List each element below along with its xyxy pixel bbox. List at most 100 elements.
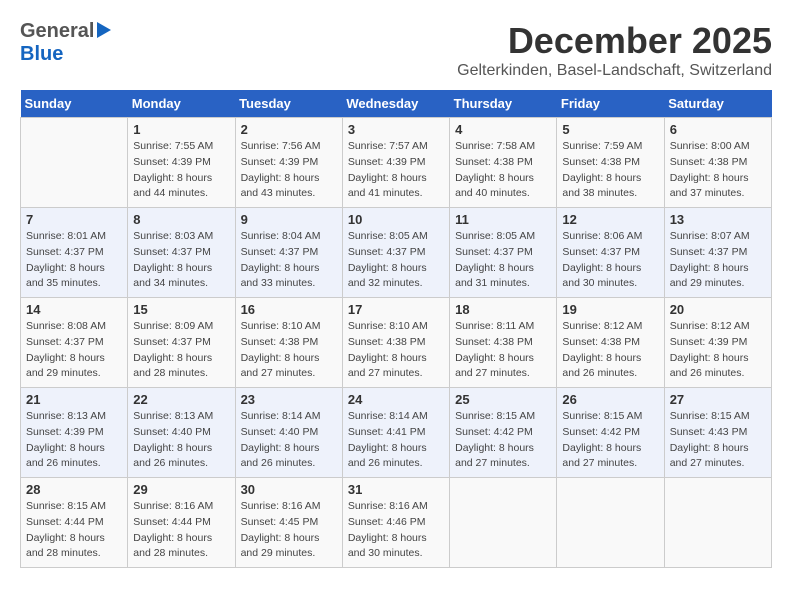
day-info: Sunrise: 8:15 AMSunset: 4:42 PMDaylight:… <box>455 409 551 472</box>
calendar-week-row: 28 Sunrise: 8:15 AMSunset: 4:44 PMDayligh… <box>21 478 772 568</box>
calendar-cell: 14 Sunrise: 8:08 AMSunset: 4:37 PMDayligh… <box>21 298 128 388</box>
day-info: Sunrise: 8:16 AMSunset: 4:45 PMDaylight:… <box>241 499 337 562</box>
calendar-cell: 7 Sunrise: 8:01 AMSunset: 4:37 PMDaylight… <box>21 208 128 298</box>
day-info: Sunrise: 8:08 AMSunset: 4:37 PMDaylight:… <box>26 319 122 382</box>
calendar-cell: 24Sunrise: 8:14 AMSunset: 4:41 PMDayligh… <box>342 388 449 478</box>
title-section: December 2025 Gelterkinden, Basel-Landsc… <box>457 20 772 80</box>
calendar-table: SundayMondayTuesdayWednesdayThursdayFrid… <box>20 90 772 568</box>
calendar-cell: 21 Sunrise: 8:13 AMSunset: 4:39 PMDayligh… <box>21 388 128 478</box>
day-number: 15 <box>133 302 229 317</box>
day-info: Sunrise: 8:01 AMSunset: 4:37 PMDaylight:… <box>26 229 122 292</box>
day-info: Sunrise: 7:56 AMSunset: 4:39 PMDaylight:… <box>241 139 337 202</box>
day-info: Sunrise: 7:58 AMSunset: 4:38 PMDaylight:… <box>455 139 551 202</box>
day-info: Sunrise: 8:04 AMSunset: 4:37 PMDaylight:… <box>241 229 337 292</box>
day-number: 23 <box>241 392 337 407</box>
day-number: 21 <box>26 392 122 407</box>
weekday-header: Thursday <box>450 90 557 118</box>
calendar-cell: 3Sunrise: 7:57 AMSunset: 4:39 PMDaylight… <box>342 118 449 208</box>
day-number: 24 <box>348 392 444 407</box>
day-info: Sunrise: 8:15 AMSunset: 4:44 PMDaylight:… <box>26 499 122 562</box>
logo-blue: Blue <box>20 43 63 65</box>
weekday-header-row: SundayMondayTuesdayWednesdayThursdayFrid… <box>21 90 772 118</box>
day-info: Sunrise: 8:09 AMSunset: 4:37 PMDaylight:… <box>133 319 229 382</box>
day-number: 31 <box>348 482 444 497</box>
day-number: 19 <box>562 302 658 317</box>
page-header: General Blue December 2025 Gelterkinden,… <box>20 20 772 80</box>
day-number: 17 <box>348 302 444 317</box>
calendar-cell: 31 Sunrise: 8:16 AMSunset: 4:46 PMDayligh… <box>342 478 449 568</box>
calendar-cell: 12 Sunrise: 8:06 AMSunset: 4:37 PMDayligh… <box>557 208 664 298</box>
calendar-cell: 22 Sunrise: 8:13 AMSunset: 4:40 PMDayligh… <box>128 388 235 478</box>
day-number: 25 <box>455 392 551 407</box>
day-number: 8 <box>133 212 229 227</box>
day-info: Sunrise: 8:03 AMSunset: 4:37 PMDaylight:… <box>133 229 229 292</box>
day-info: Sunrise: 8:10 AMSunset: 4:38 PMDaylight:… <box>241 319 337 382</box>
calendar-cell: 8 Sunrise: 8:03 AMSunset: 4:37 PMDaylight… <box>128 208 235 298</box>
logo: General Blue <box>20 20 111 66</box>
weekday-header: Tuesday <box>235 90 342 118</box>
day-info: Sunrise: 8:14 AMSunset: 4:40 PMDaylight:… <box>241 409 337 472</box>
weekday-header: Saturday <box>664 90 771 118</box>
weekday-header: Wednesday <box>342 90 449 118</box>
day-info: Sunrise: 8:05 AMSunset: 4:37 PMDaylight:… <box>348 229 444 292</box>
day-info: Sunrise: 8:15 AMSunset: 4:42 PMDaylight:… <box>562 409 658 472</box>
calendar-cell: 29Sunrise: 8:16 AMSunset: 4:44 PMDayligh… <box>128 478 235 568</box>
day-number: 20 <box>670 302 766 317</box>
calendar-cell: 26Sunrise: 8:15 AMSunset: 4:42 PMDayligh… <box>557 388 664 478</box>
day-info: Sunrise: 8:16 AMSunset: 4:46 PMDaylight:… <box>348 499 444 562</box>
calendar-cell: 2 Sunrise: 7:56 AMSunset: 4:39 PMDaylight… <box>235 118 342 208</box>
day-number: 7 <box>26 212 122 227</box>
day-number: 29 <box>133 482 229 497</box>
day-info: Sunrise: 7:59 AMSunset: 4:38 PMDaylight:… <box>562 139 658 202</box>
calendar-cell: 25 Sunrise: 8:15 AMSunset: 4:42 PMDayligh… <box>450 388 557 478</box>
day-number: 11 <box>455 212 551 227</box>
calendar-week-row: 1 Sunrise: 7:55 AMSunset: 4:39 PMDaylight… <box>21 118 772 208</box>
day-number: 14 <box>26 302 122 317</box>
calendar-cell: 1 Sunrise: 7:55 AMSunset: 4:39 PMDaylight… <box>128 118 235 208</box>
day-number: 30 <box>241 482 337 497</box>
weekday-header: Friday <box>557 90 664 118</box>
calendar-cell: 5 Sunrise: 7:59 AMSunset: 4:38 PMDaylight… <box>557 118 664 208</box>
location-subtitle: Gelterkinden, Basel-Landschaft, Switzerl… <box>457 62 772 80</box>
logo-chevron-icon <box>97 22 111 38</box>
calendar-cell: 4 Sunrise: 7:58 AMSunset: 4:38 PMDaylight… <box>450 118 557 208</box>
calendar-cell: 13Sunrise: 8:07 AMSunset: 4:37 PMDayligh… <box>664 208 771 298</box>
day-number: 4 <box>455 122 551 137</box>
day-info: Sunrise: 8:05 AMSunset: 4:37 PMDaylight:… <box>455 229 551 292</box>
calendar-week-row: 21 Sunrise: 8:13 AMSunset: 4:39 PMDayligh… <box>21 388 772 478</box>
day-number: 10 <box>348 212 444 227</box>
calendar-cell: 20 Sunrise: 8:12 AMSunset: 4:39 PMDayligh… <box>664 298 771 388</box>
calendar-cell: 27Sunrise: 8:15 AMSunset: 4:43 PMDayligh… <box>664 388 771 478</box>
day-number: 5 <box>562 122 658 137</box>
day-number: 22 <box>133 392 229 407</box>
calendar-cell: 18Sunrise: 8:11 AMSunset: 4:38 PMDayligh… <box>450 298 557 388</box>
day-info: Sunrise: 8:11 AMSunset: 4:38 PMDaylight:… <box>455 319 551 382</box>
calendar-week-row: 14 Sunrise: 8:08 AMSunset: 4:37 PMDayligh… <box>21 298 772 388</box>
day-number: 28 <box>26 482 122 497</box>
day-info: Sunrise: 8:06 AMSunset: 4:37 PMDaylight:… <box>562 229 658 292</box>
calendar-cell: 16 Sunrise: 8:10 AMSunset: 4:38 PMDayligh… <box>235 298 342 388</box>
day-info: Sunrise: 8:00 AMSunset: 4:38 PMDaylight:… <box>670 139 766 202</box>
day-info: Sunrise: 8:12 AMSunset: 4:39 PMDaylight:… <box>670 319 766 382</box>
calendar-cell: 30 Sunrise: 8:16 AMSunset: 4:45 PMDayligh… <box>235 478 342 568</box>
calendar-cell: 9 Sunrise: 8:04 AMSunset: 4:37 PMDaylight… <box>235 208 342 298</box>
calendar-cell <box>450 478 557 568</box>
day-number: 2 <box>241 122 337 137</box>
day-info: Sunrise: 8:12 AMSunset: 4:38 PMDaylight:… <box>562 319 658 382</box>
day-number: 27 <box>670 392 766 407</box>
calendar-cell <box>664 478 771 568</box>
calendar-cell: 10 Sunrise: 8:05 AMSunset: 4:37 PMDayligh… <box>342 208 449 298</box>
day-number: 9 <box>241 212 337 227</box>
day-number: 12 <box>562 212 658 227</box>
calendar-cell: 17Sunrise: 8:10 AMSunset: 4:38 PMDayligh… <box>342 298 449 388</box>
day-info: Sunrise: 7:55 AMSunset: 4:39 PMDaylight:… <box>133 139 229 202</box>
day-number: 16 <box>241 302 337 317</box>
calendar-week-row: 7 Sunrise: 8:01 AMSunset: 4:37 PMDaylight… <box>21 208 772 298</box>
day-info: Sunrise: 8:13 AMSunset: 4:39 PMDaylight:… <box>26 409 122 472</box>
day-info: Sunrise: 8:13 AMSunset: 4:40 PMDaylight:… <box>133 409 229 472</box>
day-number: 1 <box>133 122 229 137</box>
day-info: Sunrise: 7:57 AMSunset: 4:39 PMDaylight:… <box>348 139 444 202</box>
calendar-cell <box>557 478 664 568</box>
logo-general: General <box>20 20 94 43</box>
calendar-cell: 28 Sunrise: 8:15 AMSunset: 4:44 PMDayligh… <box>21 478 128 568</box>
